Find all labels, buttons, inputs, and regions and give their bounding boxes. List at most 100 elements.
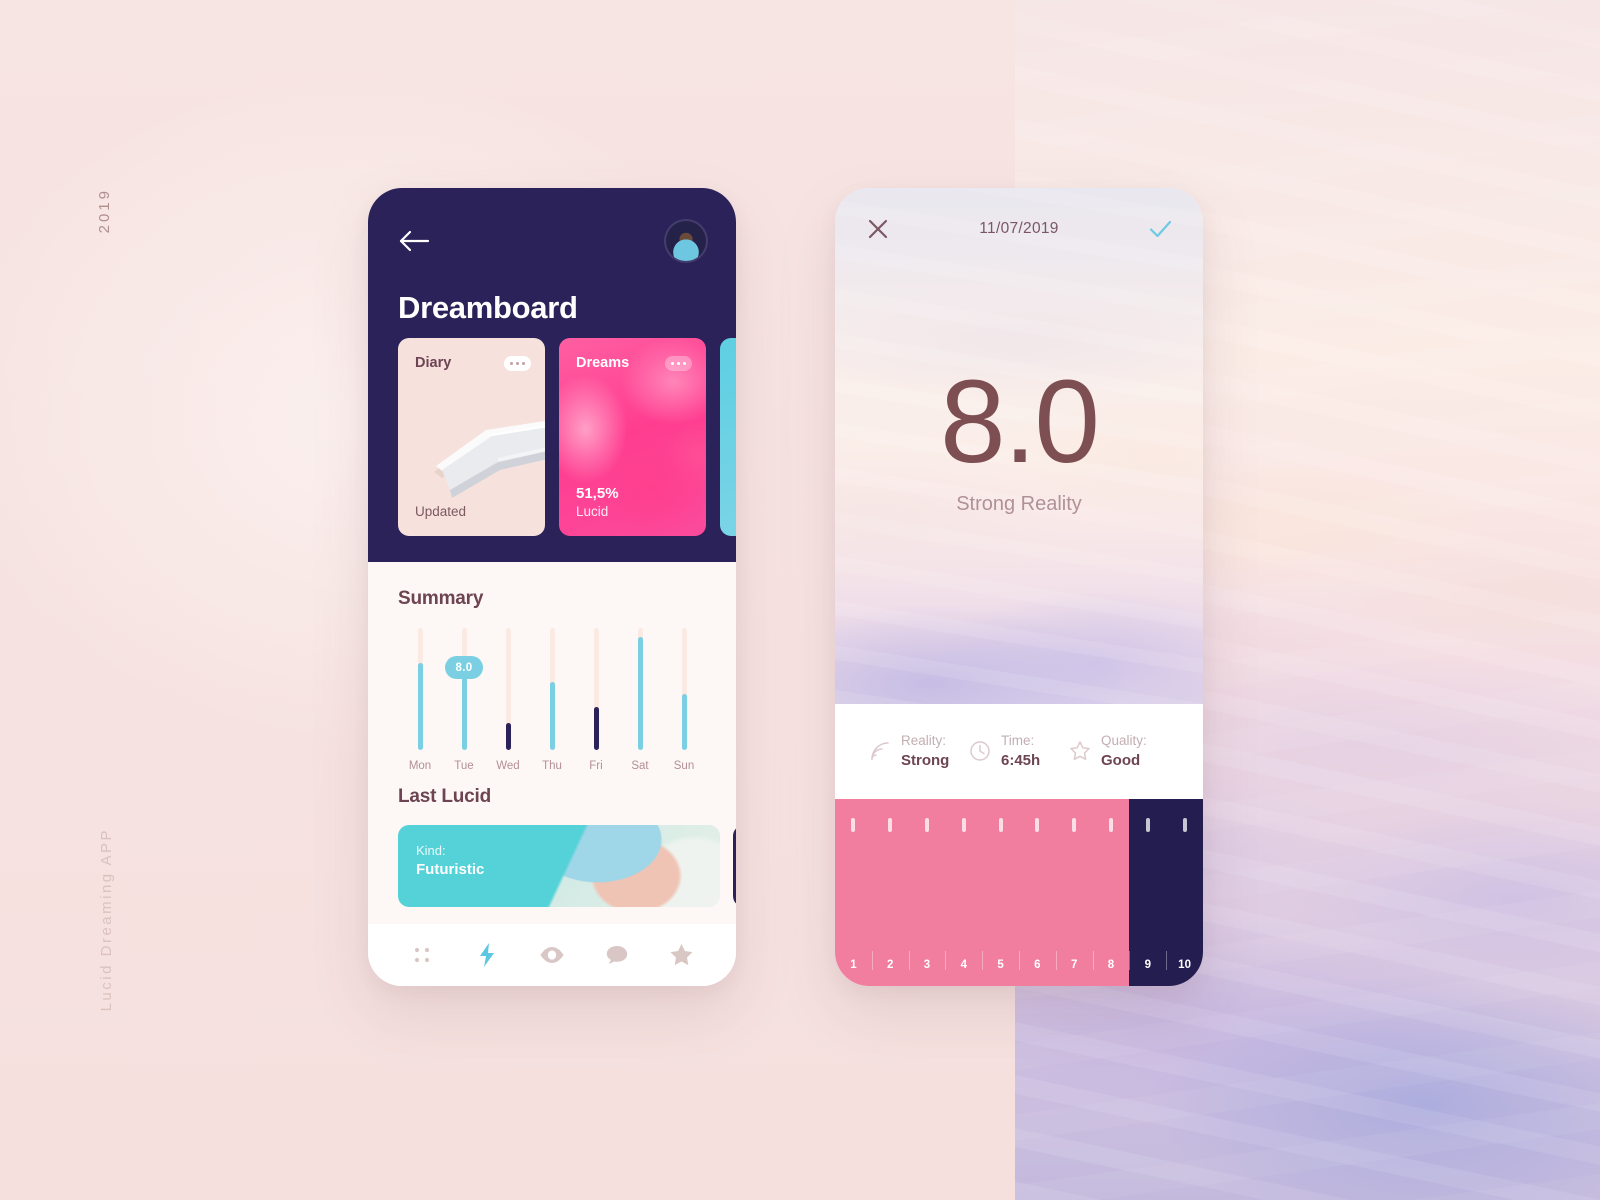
scale-number: 7 [1070, 959, 1078, 971]
nav-grid-dots-icon[interactable] [403, 936, 441, 974]
chart-bar-sun[interactable] [662, 628, 706, 750]
scale-step-2[interactable]: 2 [871, 799, 909, 986]
summary-section-title: Summary [398, 588, 484, 609]
scale-step-5[interactable]: 5 [982, 799, 1019, 986]
scale-number: 2 [886, 959, 894, 971]
scale-tick [924, 818, 929, 832]
scale-number: 10 [1178, 959, 1191, 971]
scale-step-10[interactable]: 10 [1166, 799, 1203, 986]
scale-step-8[interactable]: 8 [1092, 799, 1130, 986]
stat-time-key: Time: [1001, 732, 1035, 748]
scale-tick [998, 818, 1003, 832]
scale-number: 3 [923, 959, 931, 971]
open-book-illustration [434, 421, 545, 498]
dream-score-value: 8.0 [939, 356, 1100, 488]
scale-step-6[interactable]: 6 [1018, 799, 1056, 986]
dream-entry-sky-background: 11/07/2019 8.0 Strong Reality [835, 188, 1203, 704]
page-title: Dreamboard [398, 290, 578, 325]
scale-tick [1072, 818, 1077, 832]
dream-entry-topbar: 11/07/2019 [835, 188, 1203, 244]
card-dreams-label: Lucid [576, 504, 609, 520]
stat-time-value: 6:45h [1001, 751, 1041, 769]
more-options-icon[interactable] [504, 355, 531, 371]
card-diary[interactable]: Diary Updated [398, 338, 545, 536]
clock-icon [969, 740, 991, 762]
scale-step-4[interactable]: 4 [945, 799, 983, 986]
last-lucid-card[interactable]: Kind: Futuristic [398, 825, 720, 907]
chart-bar-fri[interactable] [574, 628, 618, 750]
rating-scale[interactable]: 1 2 3 4 5 6 7 8 9 10 [835, 799, 1203, 986]
last-lucid-card-text: Kind: Futuristic [416, 842, 484, 880]
stat-reality-key: Reality: [901, 732, 947, 748]
dreamboard-topbar [398, 218, 706, 264]
chart-bar-mon[interactable] [398, 628, 442, 750]
checkmark-icon[interactable] [1147, 216, 1173, 242]
chart-value-badge: 8.0 [445, 656, 483, 680]
year-label: 2019 [96, 188, 113, 234]
stat-reality: Reality: Strong [869, 732, 969, 771]
scale-step-7[interactable]: 7 [1055, 799, 1093, 986]
card-diary-status: Updated [415, 504, 467, 520]
scale-tick [1035, 818, 1040, 832]
dream-card-carousel[interactable]: Diary Updated Dreams 51,5% Lucid [398, 338, 736, 536]
scale-step-3[interactable]: 3 [908, 799, 946, 986]
last-lucid-card-next-peek[interactable] [733, 825, 736, 907]
nav-lightning-bolt-icon[interactable] [468, 936, 506, 974]
back-arrow-icon[interactable] [398, 228, 432, 254]
chart-bar-fill [681, 693, 687, 750]
last-lucid-kind-label: Kind: [416, 843, 446, 858]
dream-score-label: Strong Reality [956, 492, 1082, 515]
chart-label-fri: Fri [589, 760, 603, 772]
dream-score-block: 8.0 Strong Reality [835, 356, 1203, 516]
scale-separator [1166, 951, 1168, 970]
scale-tick [1108, 818, 1113, 832]
bottom-navigation-bar[interactable] [368, 924, 736, 986]
scale-separator [1129, 951, 1131, 970]
last-lucid-kind-value: Futuristic [416, 860, 485, 878]
scale-step-9[interactable]: 9 [1129, 799, 1167, 986]
card-dreams[interactable]: Dreams 51,5% Lucid [559, 338, 706, 536]
chart-bar-fill [637, 636, 643, 750]
scale-number: 1 [850, 959, 857, 971]
dreamboard-body: Summary 8.0 Mon Tue Wed Thu Fri Sat Sun Last L… [368, 562, 736, 986]
chart-bar-sat[interactable] [618, 628, 662, 750]
stat-reality-value: Strong [901, 751, 950, 769]
chart-bars: 8.0 [398, 628, 706, 750]
scale-number: 6 [1034, 959, 1041, 971]
star-outline-icon [1069, 740, 1091, 762]
chart-bar-thu[interactable] [530, 628, 574, 750]
scale-tick [961, 818, 966, 832]
chart-bar-fill [549, 681, 555, 750]
nav-eye-icon[interactable] [533, 936, 571, 974]
close-icon[interactable] [865, 216, 891, 242]
phone-screen-dreamboard: Dreamboard Diary Updated Dreams 51,5% Lu… [368, 188, 736, 986]
card-next-peek[interactable] [720, 338, 736, 536]
scale-tick [851, 818, 856, 832]
chart-label-mon: Mon [408, 760, 432, 772]
chart-bar-wed[interactable] [486, 628, 530, 750]
stat-quality-value: Good [1101, 751, 1141, 769]
avatar[interactable] [666, 221, 706, 261]
chart-label-sun: Sun [673, 760, 695, 772]
last-lucid-carousel[interactable]: Kind: Futuristic [398, 825, 736, 907]
nav-speech-bubble-icon[interactable] [598, 936, 636, 974]
chart-bar-fill [593, 707, 599, 750]
card-diary-title: Diary [415, 355, 452, 371]
stat-quality-key: Quality: [1101, 732, 1147, 748]
stat-quality: Quality: Good [1069, 732, 1169, 771]
card-dreams-header: Dreams [576, 355, 692, 371]
chart-bar-fill [461, 675, 467, 750]
scale-separator [1018, 951, 1020, 970]
scale-separator [1092, 951, 1094, 970]
chart-label-wed: Wed [496, 760, 520, 772]
more-options-icon[interactable] [665, 355, 692, 371]
scale-number: 9 [1144, 959, 1151, 971]
chart-bar-tue[interactable]: 8.0 [442, 628, 486, 750]
card-dreams-title: Dreams [576, 355, 630, 371]
dream-stats-row: Reality: Strong Time: 6:45h Quality: Goo… [835, 704, 1203, 799]
scale-number: 4 [960, 959, 967, 971]
last-lucid-section-title: Last Lucid [398, 786, 492, 807]
nav-star-icon[interactable] [663, 936, 701, 974]
scale-step-1[interactable]: 1 [835, 799, 872, 986]
chart-x-axis-labels: Mon Tue Wed Thu Fri Sat Sun [398, 760, 706, 772]
